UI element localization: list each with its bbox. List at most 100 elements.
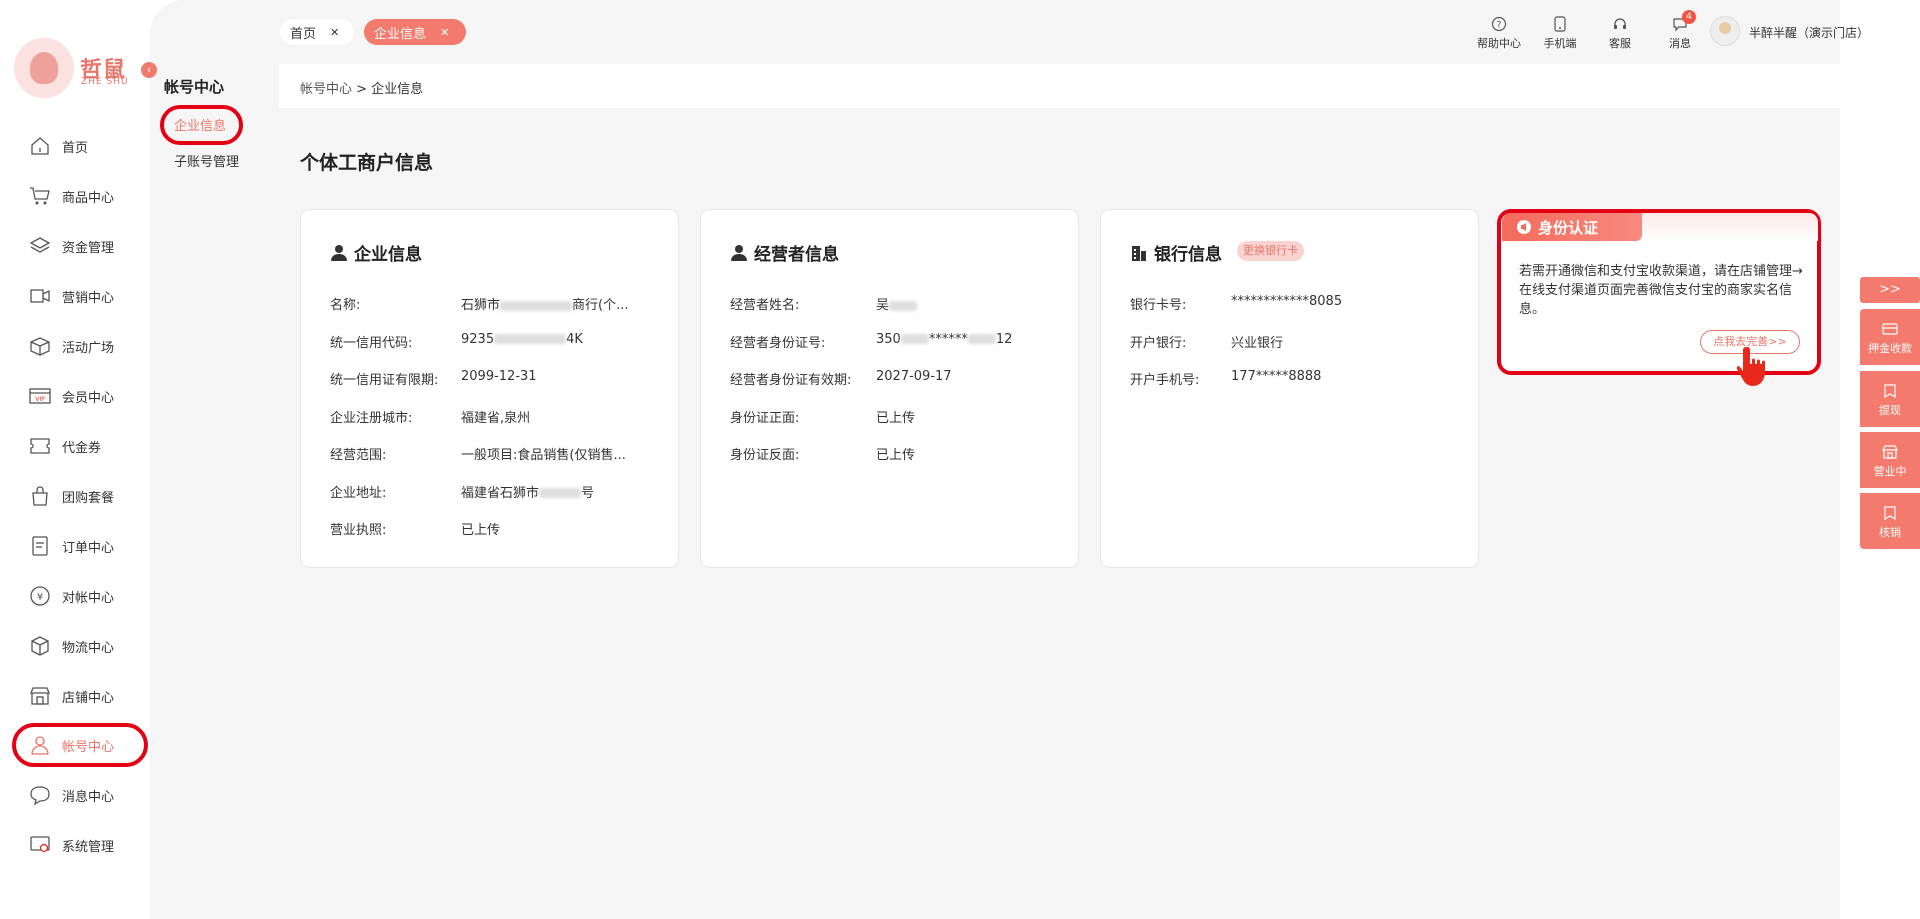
operator-row-label: 经营者姓名: <box>730 298 800 313</box>
value-part: 号 <box>581 485 595 501</box>
sidebar-item-label: 活动广场 <box>62 340 115 356</box>
sidebar-item-1[interactable]: 商品中心 <box>28 184 114 208</box>
company-row-value: 福建省,泉州 <box>461 407 530 426</box>
bank-row-value: 兴业银行 <box>1231 332 1283 351</box>
store-icon <box>28 685 52 707</box>
sidebar-item-label: 物流中心 <box>62 640 115 656</box>
user-icon <box>731 244 747 261</box>
company-row-value: 2099-12-31 <box>461 369 537 384</box>
customer-service-button[interactable]: 客服 <box>1590 14 1650 51</box>
value-part: 已上传 <box>461 523 501 538</box>
change-bank-card-button[interactable]: 更换银行卡 <box>1237 241 1304 261</box>
operator-row-value: 350 ****** 12 <box>876 332 1012 347</box>
expand-tools-button[interactable]: >> <box>1860 277 1920 303</box>
operator-row-value: 2027-09-17 <box>876 369 952 384</box>
sidebar-item-4[interactable]: 活动广场 <box>28 334 114 358</box>
yuan-icon: ¥ <box>28 585 52 607</box>
sidebar-item-14[interactable]: 系统管理 <box>28 833 114 857</box>
sidebar-item-label: 代金券 <box>62 440 102 456</box>
subnav-item-sub-accounts[interactable]: 子账号管理 <box>174 151 239 170</box>
mobile-label: 手机端 <box>1543 37 1577 50</box>
logo <box>14 38 74 98</box>
value-part: 福建省,泉州 <box>461 410 531 426</box>
avatar[interactable] <box>1710 16 1740 46</box>
value-part: ****** <box>928 331 968 347</box>
redacted-mask <box>967 334 996 344</box>
sidebar-item-10[interactable]: 物流中心 <box>28 634 114 658</box>
company-row-value: 石狮市 商行(个... <box>461 294 629 313</box>
help-icon: ? <box>1469 14 1529 34</box>
redacted-mask <box>494 334 567 344</box>
company-row-label: 经营范围: <box>330 448 387 463</box>
headset-icon <box>1590 14 1650 34</box>
identity-title: 身份认证 <box>1538 218 1599 237</box>
sidebar-item-2[interactable]: 资金管理 <box>28 234 114 258</box>
value-part: 一般项目:食品销售(仅销售... <box>461 448 626 463</box>
sidebar-item-label: 团购套餐 <box>62 490 115 506</box>
sidebar-item-8[interactable]: 订单中心 <box>28 534 114 558</box>
sidebar-item-0[interactable]: 首页 <box>28 134 88 158</box>
collapse-sidebar-button[interactable]: ‹ <box>141 62 157 78</box>
vip-icon: VIP <box>28 385 52 407</box>
help-label: 帮助中心 <box>1477 37 1521 50</box>
box-icon <box>28 335 52 357</box>
company-row-value: 福建省石狮市 号 <box>461 482 594 501</box>
value-part: 石狮市 <box>461 298 501 313</box>
verify-button[interactable]: 核销 <box>1860 493 1920 549</box>
close-icon[interactable]: ✕ <box>440 26 449 39</box>
company-row-label: 企业地址: <box>330 485 387 501</box>
subnav-title: 帐号中心 <box>164 78 225 96</box>
withdraw-button[interactable]: 提现 <box>1860 371 1920 427</box>
company-row-label: 企业注册城市: <box>330 410 413 426</box>
mobile-button[interactable]: 手机端 <box>1530 14 1590 51</box>
help-center-button[interactable]: ? 帮助中心 <box>1469 14 1529 51</box>
home-icon <box>28 135 52 157</box>
identity-header: 身份认证 <box>1502 213 1642 241</box>
redacted-mask <box>539 488 582 498</box>
bank-row-label: 开户手机号: <box>1130 373 1200 388</box>
redacted-mask <box>500 300 573 311</box>
messages-label: 消息 <box>1669 37 1691 50</box>
messages-button[interactable]: 消息 <box>1650 14 1710 51</box>
tool-label: 核销 <box>1879 526 1901 539</box>
sidebar-item-11[interactable]: 店铺中心 <box>28 684 114 708</box>
breadcrumb <box>279 64 1920 108</box>
title-text: 银行信息 <box>1154 245 1222 265</box>
value-part: 177*****8888 <box>1231 369 1322 384</box>
operator-row-value: 吴 <box>876 294 918 313</box>
tool-label: 营业中 <box>1873 465 1907 478</box>
tool-label: 提现 <box>1879 404 1901 417</box>
speaker-icon <box>1517 220 1531 234</box>
deposit-collection-button[interactable]: 押金收款 <box>1860 309 1920 365</box>
value-part: 2027-09-17 <box>876 369 952 384</box>
package-icon <box>28 635 52 657</box>
business-status-button[interactable]: 营业中 <box>1860 432 1920 488</box>
operator-row-label: 身份证反面: <box>730 448 800 463</box>
tool-label: 押金收款 <box>1868 342 1912 355</box>
operator-row-value: 已上传 <box>876 407 915 426</box>
operator-row-label: 经营者身份证号: <box>730 335 826 351</box>
bank-row-value: 177*****8888 <box>1231 369 1321 384</box>
bank-row-value: ************8085 <box>1231 294 1342 309</box>
value-part: 已上传 <box>876 410 916 426</box>
sidebar-item-5[interactable]: VIP 会员中心 <box>28 384 114 408</box>
sidebar-item-13[interactable]: 消息中心 <box>28 783 114 807</box>
sidebar-item-label: 店铺中心 <box>62 690 115 706</box>
redacted-mask <box>900 334 929 344</box>
service-label: 客服 <box>1609 37 1631 50</box>
sidebar-item-3[interactable]: 营销中心 <box>28 284 114 308</box>
sidebar-item-7[interactable]: 团购套餐 <box>28 484 114 508</box>
value-part: 2099-12-31 <box>461 369 537 384</box>
company-row-label: 统一信用证有限期: <box>330 373 439 388</box>
sidebar-item-label: 系统管理 <box>62 839 115 855</box>
svg-text:?: ? <box>1497 21 1502 31</box>
breadcrumb-root[interactable]: 帐号中心 <box>300 82 352 97</box>
promo-icon <box>28 285 52 307</box>
tab-company-info[interactable]: 企业信息 ✕ <box>364 19 466 45</box>
tab-home[interactable]: 首页 ✕ <box>280 19 354 45</box>
close-icon[interactable]: ✕ <box>330 26 339 39</box>
user-name[interactable]: 半醉半醒（演示门店） <box>1749 24 1869 41</box>
sidebar-item-6[interactable]: 代金券 <box>28 434 101 458</box>
sidebar-item-9[interactable]: ¥ 对帐中心 <box>28 584 114 608</box>
company-row-label: 统一信用代码: <box>330 335 413 351</box>
